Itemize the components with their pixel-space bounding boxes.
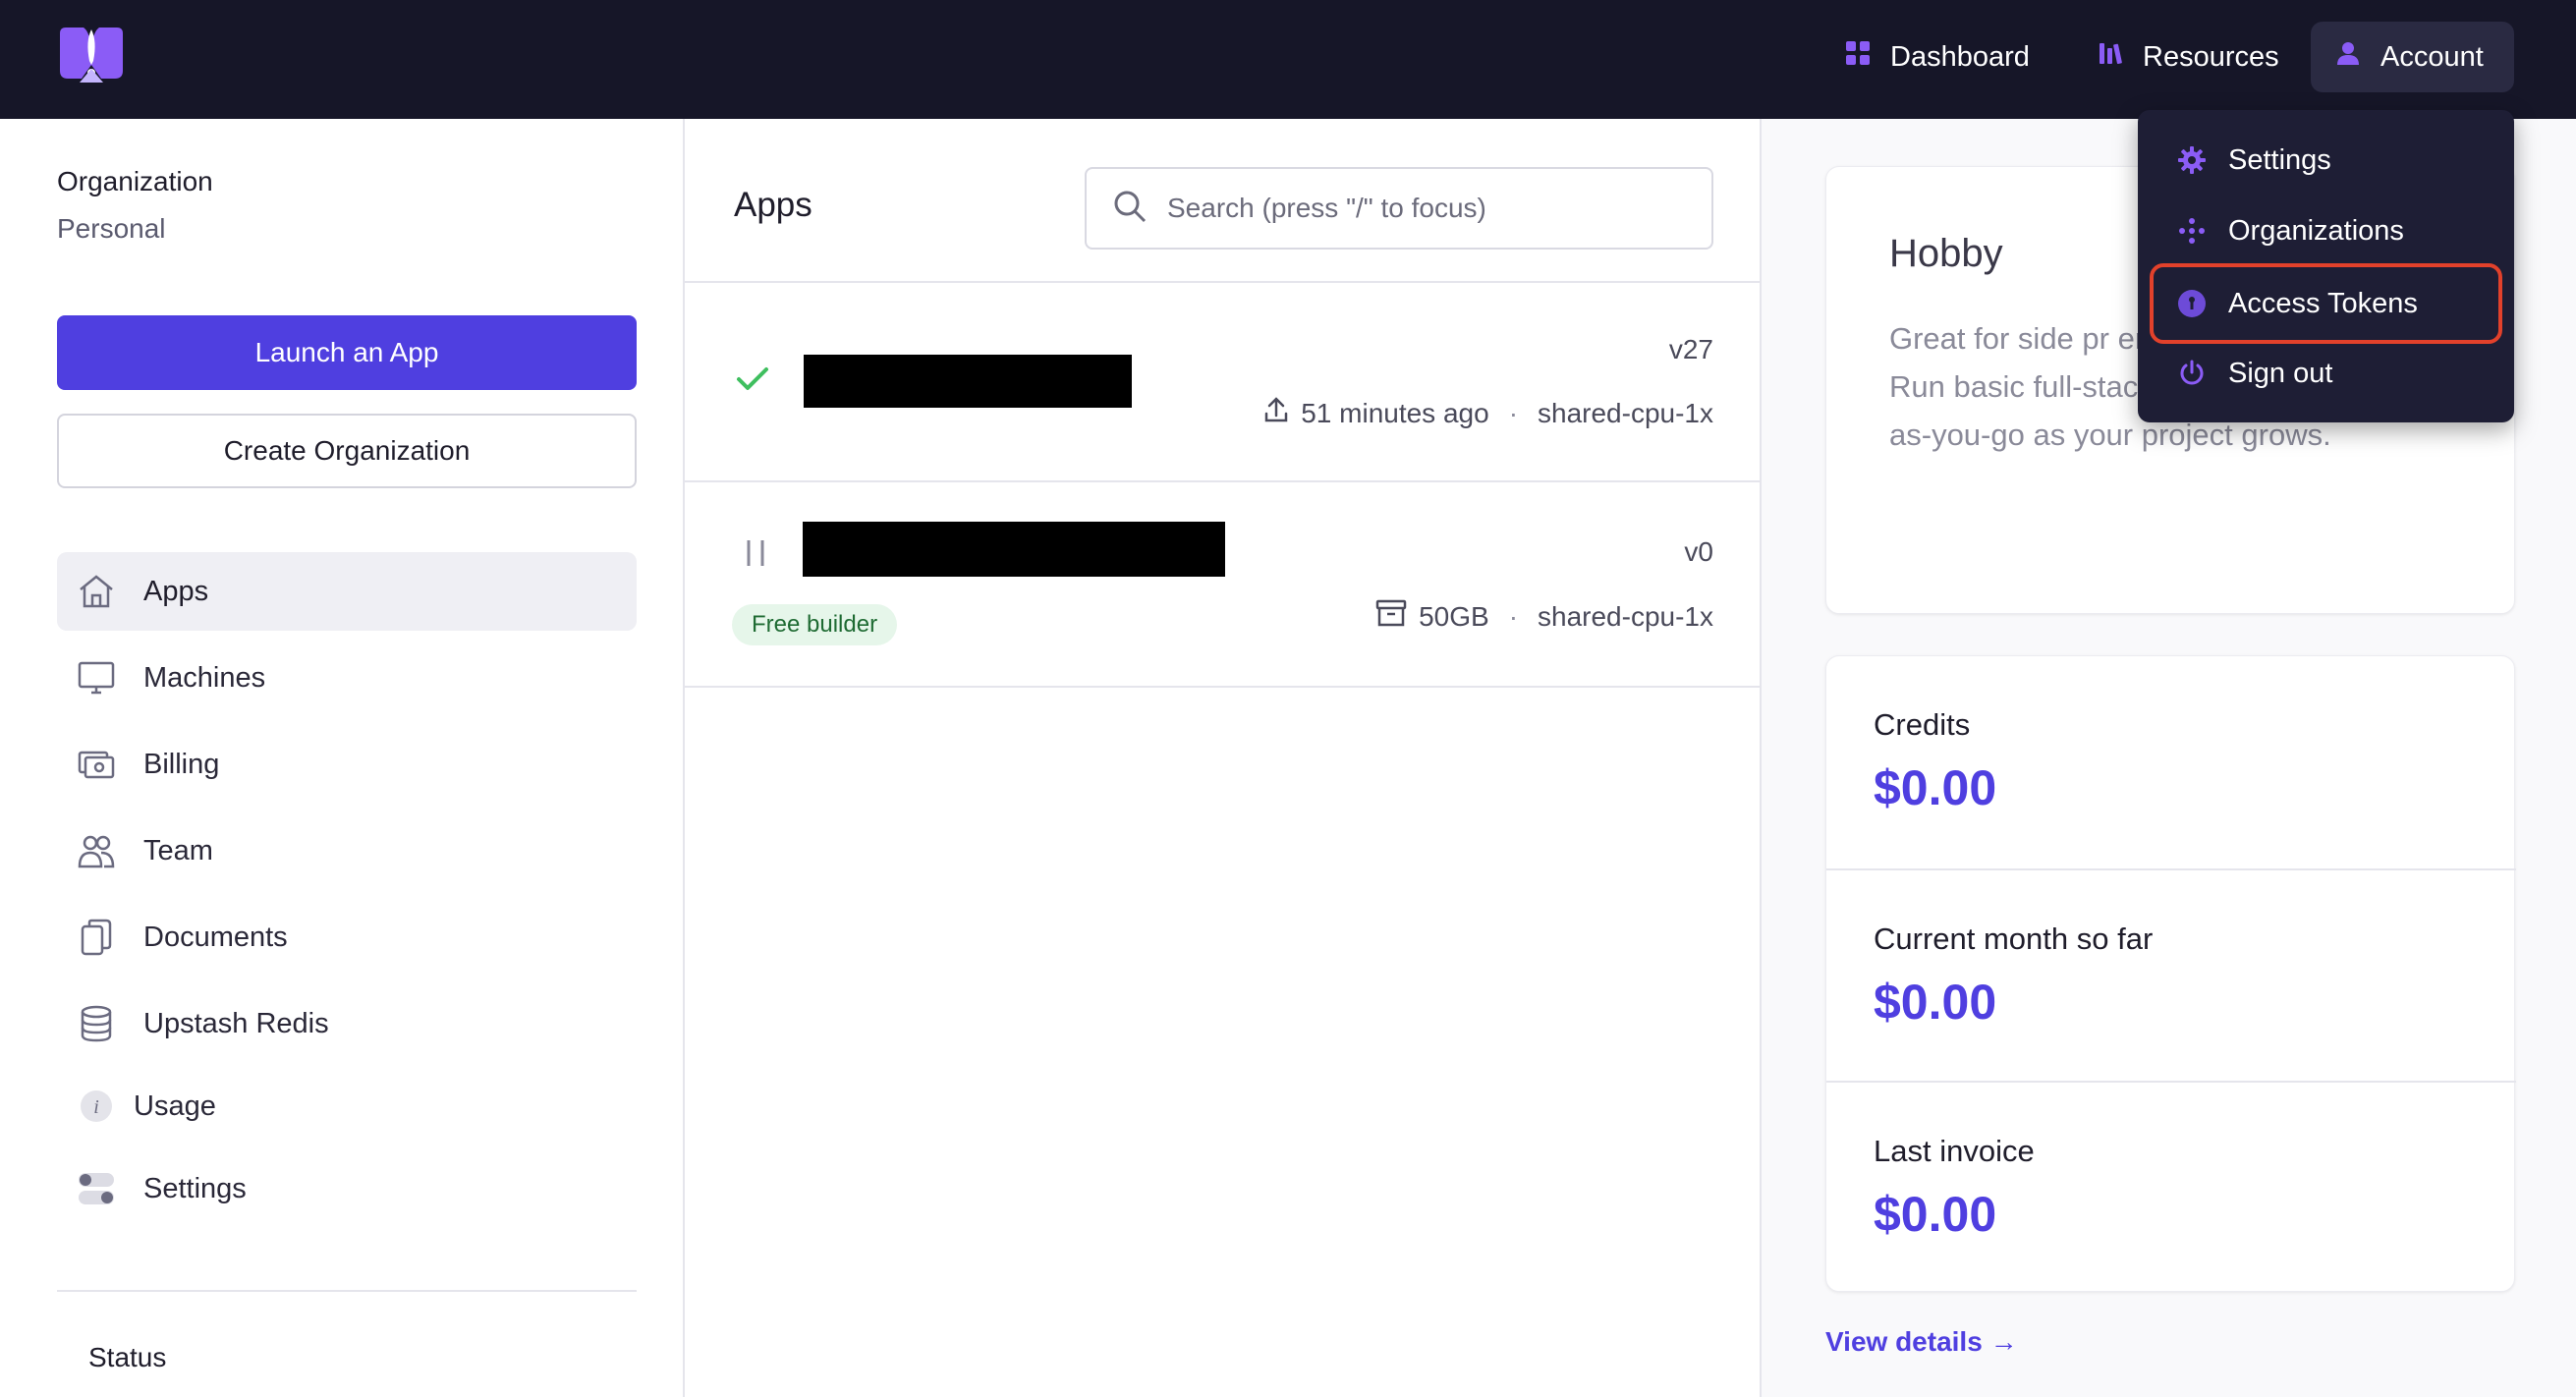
vm-size: shared-cpu-1x	[1538, 397, 1713, 428]
last-invoice-value: $0.00	[1874, 1187, 1997, 1242]
top-navbar: Dashboard Resources Account	[0, 0, 2576, 119]
redacted-app-name[interactable]	[804, 355, 1132, 408]
search-box[interactable]	[1085, 167, 1713, 250]
dashboard-icon	[1845, 40, 1871, 74]
menu-item-access-tokens[interactable]: Access Tokens	[2150, 263, 2502, 344]
last-invoice-label: Last invoice	[1874, 1134, 2035, 1168]
current-month-section: Current month so far $0.00	[1826, 868, 2516, 1081]
sidebar-item-team[interactable]: Team	[57, 811, 637, 890]
view-details-link[interactable]: View details →	[1825, 1326, 2018, 1358]
key-icon	[2177, 289, 2207, 318]
meta-separator: ·	[1508, 397, 1519, 428]
sidebar-item-label: Settings	[143, 1172, 247, 1204]
menu-item-label: Access Tokens	[2228, 287, 2418, 319]
status-label[interactable]: Status	[88, 1342, 166, 1373]
check-icon	[736, 366, 769, 397]
meta-separator: ·	[1508, 600, 1519, 632]
sidebar-item-usage[interactable]: i Usage	[57, 1067, 637, 1146]
sidebar-item-label: Billing	[143, 748, 220, 780]
app-row[interactable]: v27 51 minutes ago · shared-cpu-1x	[685, 283, 1762, 479]
current-month-value: $0.00	[1874, 975, 1997, 1030]
nav-account-label: Account	[2380, 40, 2484, 73]
sidebar-item-label: Documents	[143, 921, 288, 953]
apps-panel: Apps v27 51 minutes ago · shared-cpu-	[685, 119, 1762, 1397]
last-invoice-section: Last invoice $0.00	[1826, 1081, 2516, 1293]
search-icon	[1112, 189, 1148, 229]
sidebar-divider	[57, 1290, 637, 1292]
plan-title: Hobby	[1889, 232, 2003, 275]
apps-title: Apps	[734, 186, 812, 224]
archive-icon	[1375, 598, 1407, 635]
pause-icon	[744, 538, 767, 573]
sidebar-item-documents[interactable]: Documents	[57, 898, 637, 977]
app-version: v0	[1684, 536, 1713, 567]
home-icon	[75, 570, 118, 613]
sidebar-item-label: Machines	[143, 661, 266, 694]
monitor-icon	[75, 656, 118, 699]
app-version: v27	[1668, 334, 1713, 364]
deploy-time: 51 minutes ago	[1301, 397, 1489, 428]
sidebar-item-settings[interactable]: Settings	[57, 1149, 637, 1228]
app-row[interactable]: v0 Free builder 50GB · shared-cpu-1x	[685, 482, 1762, 679]
menu-item-organizations[interactable]: Organizations	[2150, 198, 2502, 263]
sidebar-item-label: Apps	[143, 575, 209, 607]
credits-value: $0.00	[1874, 760, 1997, 815]
menu-item-label: Organizations	[2228, 214, 2404, 247]
toggle-icon	[75, 1167, 118, 1210]
nav-dashboard-label: Dashboard	[1890, 40, 2030, 73]
credits-section: Credits $0.00	[1826, 656, 2516, 868]
launch-app-button[interactable]: Launch an App	[57, 315, 637, 390]
menu-item-settings[interactable]: Settings	[2150, 128, 2502, 193]
app-row-divider	[685, 686, 1762, 688]
deploy-upload-icon	[1263, 396, 1289, 430]
billing-icon	[75, 743, 118, 786]
app-meta: 51 minutes ago · shared-cpu-1x	[1263, 396, 1713, 430]
resources-icon	[2098, 40, 2123, 74]
database-icon	[75, 1002, 118, 1045]
billing-card: Credits $0.00 Current month so far $0.00…	[1825, 655, 2516, 1293]
menu-item-label: Sign out	[2228, 357, 2333, 389]
organizations-icon	[2177, 216, 2207, 246]
menu-item-label: Settings	[2228, 143, 2331, 176]
documents-icon	[75, 916, 118, 959]
sidebar-item-apps[interactable]: Apps	[57, 552, 637, 631]
sidebar-item-billing[interactable]: Billing	[57, 725, 637, 804]
free-builder-badge: Free builder	[732, 604, 898, 645]
app-meta: 50GB · shared-cpu-1x	[1375, 598, 1713, 635]
gear-icon	[2177, 145, 2207, 175]
sidebar: Organization Personal Launch an App Crea…	[0, 119, 685, 1397]
organization-value[interactable]: Personal	[57, 213, 166, 245]
nav-dashboard[interactable]: Dashboard	[1820, 22, 2054, 92]
current-month-label: Current month so far	[1874, 922, 2154, 956]
user-icon	[2335, 40, 2361, 74]
team-icon	[75, 829, 118, 872]
sidebar-item-label: Usage	[134, 1090, 216, 1122]
sidebar-item-label: Upstash Redis	[143, 1007, 329, 1039]
nav-account[interactable]: Account	[2311, 22, 2514, 92]
nav-resources-label: Resources	[2143, 40, 2279, 73]
svg-text:i: i	[93, 1096, 99, 1118]
account-dropdown-menu: Settings Organizations Access Tokens Sig…	[2138, 110, 2514, 422]
search-input[interactable]	[1167, 193, 1698, 224]
sidebar-item-upstash-redis[interactable]: Upstash Redis	[57, 984, 637, 1063]
info-icon: i	[75, 1085, 118, 1128]
volume-size: 50GB	[1419, 600, 1489, 632]
sidebar-item-machines[interactable]: Machines	[57, 639, 637, 717]
power-icon	[2177, 359, 2207, 388]
fly-logo[interactable]	[54, 22, 129, 86]
menu-item-sign-out[interactable]: Sign out	[2150, 341, 2502, 406]
nav-resources[interactable]: Resources	[2073, 22, 2304, 92]
organization-label: Organization	[57, 166, 213, 196]
credits-label: Credits	[1874, 707, 1971, 742]
redacted-app-name[interactable]	[803, 522, 1225, 577]
sidebar-item-label: Team	[143, 834, 213, 866]
vm-size: shared-cpu-1x	[1538, 600, 1713, 632]
create-organization-button[interactable]: Create Organization	[57, 414, 637, 488]
